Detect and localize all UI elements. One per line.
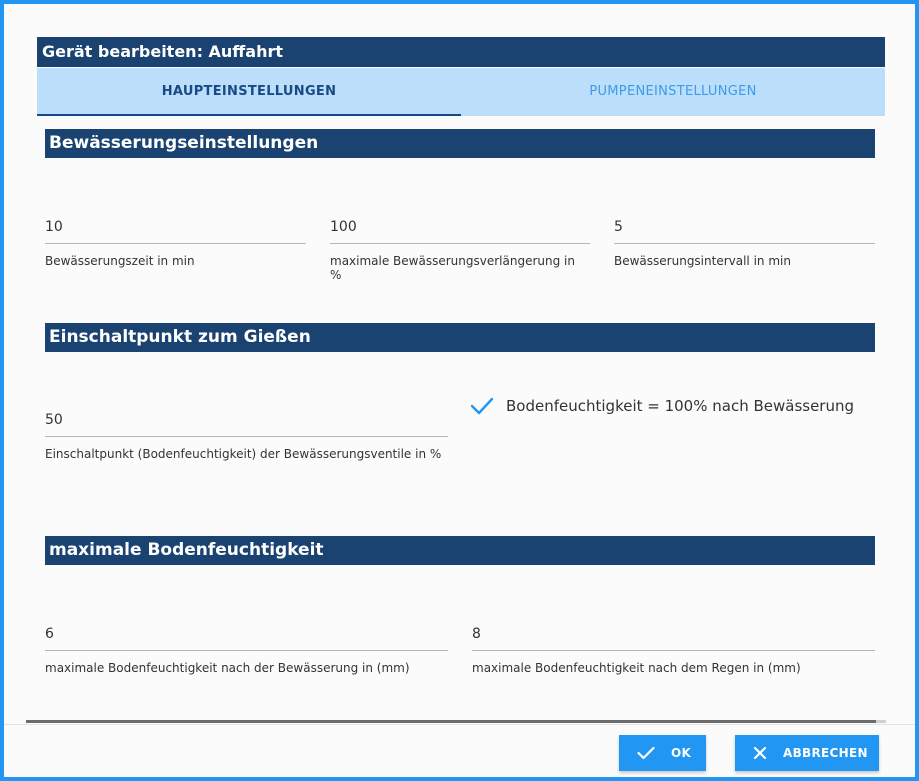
max-moisture-rain-label: maximale Bodenfeuchtigkeit nach dem Rege… <box>472 661 801 675</box>
irrigation-time-field: 10 Bewässerungszeit in min <box>45 211 306 268</box>
tab-bar: HAUPTEINSTELLUNGEN PUMPENEINSTELLUNGEN <box>37 68 885 116</box>
cancel-button[interactable]: ABBRECHEN <box>735 735 879 771</box>
section-header-irrigation: Bewässerungseinstellungen <box>45 129 875 158</box>
irrigation-interval-label: Bewässerungsintervall in min <box>614 254 791 268</box>
dialog-title: Gerät bearbeiten: Auffahrt <box>37 37 885 67</box>
check-icon <box>470 397 494 415</box>
check-icon <box>637 746 655 760</box>
max-extension-label: maximale Bewässerungsverlängerung in % <box>330 254 575 282</box>
irrigation-interval-input[interactable]: 5 <box>614 211 875 244</box>
switch-point-label: Einschaltpunkt (Bodenfeuchtigkeit) der B… <box>45 447 442 461</box>
section-header-max-moisture: maximale Bodenfeuchtigkeit <box>45 536 875 565</box>
max-moisture-irrigation-input[interactable]: 6 <box>45 618 448 651</box>
ok-button[interactable]: OK <box>619 735 706 771</box>
footer-divider <box>4 724 915 725</box>
switch-point-input[interactable]: 50 <box>45 404 448 437</box>
scrollbar-end <box>876 720 886 723</box>
edit-device-dialog: Gerät bearbeiten: Auffahrt HAUPTEINSTELL… <box>4 4 915 777</box>
ok-button-label: OK <box>671 746 692 760</box>
irrigation-time-label: Bewässerungszeit in min <box>45 254 195 268</box>
max-moisture-rain-field: 8 maximale Bodenfeuchtigkeit nach dem Re… <box>472 618 875 675</box>
max-extension-input[interactable]: 100 <box>330 211 590 244</box>
moisture-reset-checkbox[interactable]: Bodenfeuchtigkeit = 100% nach Bewässerun… <box>470 396 854 416</box>
irrigation-time-input[interactable]: 10 <box>45 211 306 244</box>
section-header-switch-point: Einschaltpunkt zum Gießen <box>45 323 875 352</box>
tab-pump-settings[interactable]: PUMPENEINSTELLUNGEN <box>461 68 885 116</box>
irrigation-interval-field: 5 Bewässerungsintervall in min <box>614 211 875 268</box>
max-moisture-irrigation-label: maximale Bodenfeuchtigkeit nach der Bewä… <box>45 661 410 675</box>
close-icon <box>753 746 767 760</box>
cancel-button-label: ABBRECHEN <box>783 746 868 760</box>
max-extension-field: 100 maximale Bewässerungsverlängerung in… <box>330 211 590 282</box>
max-moisture-rain-input[interactable]: 8 <box>472 618 875 651</box>
switch-point-field: 50 Einschaltpunkt (Bodenfeuchtigkeit) de… <box>45 404 448 461</box>
horizontal-scrollbar[interactable] <box>26 720 886 723</box>
tab-main-settings[interactable]: HAUPTEINSTELLUNGEN <box>37 68 461 116</box>
moisture-reset-label: Bodenfeuchtigkeit = 100% nach Bewässerun… <box>506 397 855 415</box>
max-moisture-irrigation-field: 6 maximale Bodenfeuchtigkeit nach der Be… <box>45 618 448 675</box>
